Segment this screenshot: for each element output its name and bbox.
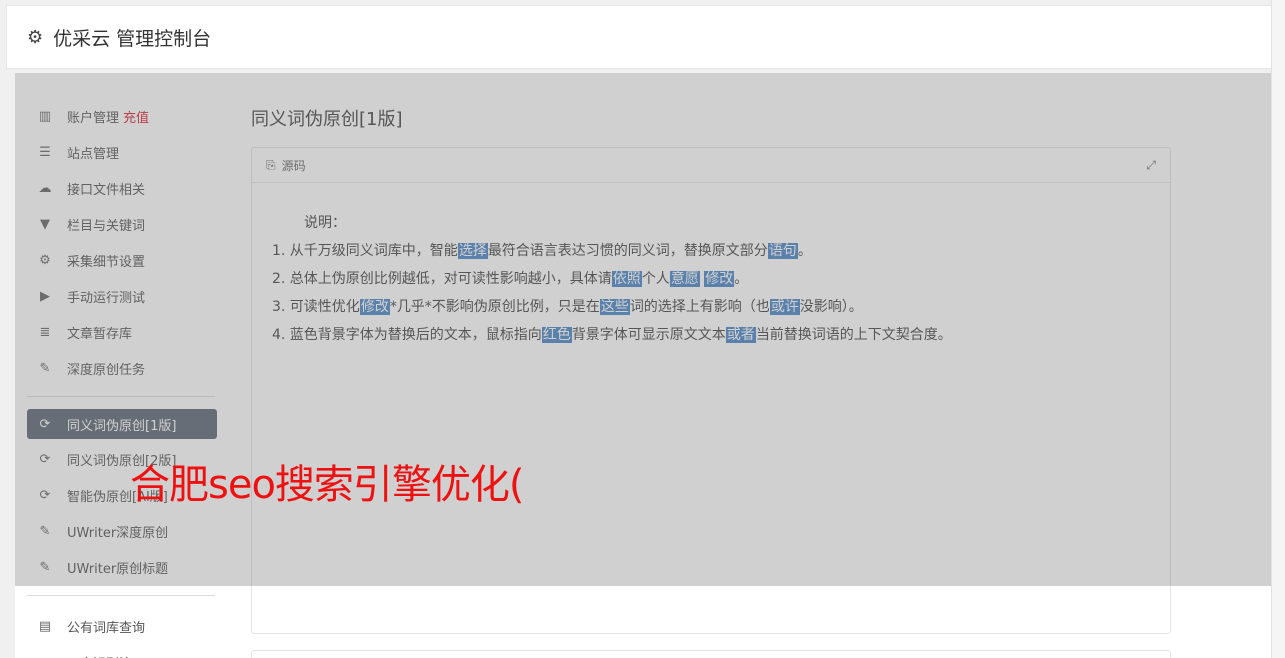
refresh-icon: ⟳ <box>39 451 51 467</box>
filter-icon: ▼ <box>40 216 50 232</box>
sidebar-item[interactable]: ▼ 栏目与关键词 <box>27 206 217 242</box>
instruction-line: 1. 从千万级同义词库中，智能选择最符合语言表达习惯的同义词，替换原文部分语句。 <box>272 237 1150 265</box>
sidebar-item[interactable]: ✎ UWriter深度原创 <box>27 513 217 549</box>
page-title: 同义词伪原创[1版] <box>251 109 403 130</box>
sidebar-item[interactable]: ☰ 站点管理 <box>27 134 217 170</box>
text-segment: 词的选择上有影响（也 <box>629 299 770 315</box>
source-button[interactable]: 源码 <box>282 157 306 174</box>
sidebar-item-label: 手动运行测试 <box>67 290 146 306</box>
sidebar-item-label: 站点管理 <box>67 146 120 162</box>
recharge-link[interactable]: 充值 <box>123 107 149 126</box>
sidebar-item-label: UWriter深度原创 <box>67 525 169 541</box>
text-segment: 。 <box>734 271 749 287</box>
refresh-icon: ⟳ <box>39 487 51 503</box>
sidebar-item[interactable]: ▭ 正文识别演示 <box>27 644 217 658</box>
book-icon: ▤ <box>38 618 52 634</box>
sidebar-item[interactable]: ⟳ 同义词伪原创[1版] <box>27 409 217 439</box>
sidebar-item-label: 文章暂存库 <box>67 326 133 342</box>
sidebar-item[interactable]: ⚙ 采集细节设置 <box>27 242 217 278</box>
instruction-line: 4. 蓝色背景字体为替换后的文本，鼠标指向红色背景字体可显示原文文本或者当前替换… <box>272 321 1150 349</box>
sidebar-item[interactable]: ✎ 深度原创任务 <box>27 350 217 386</box>
sidebar-item-label: 公有词库查询 <box>67 620 146 636</box>
main-content: 同义词伪原创[1版] ⎘ 源码 ⤢ 说明： 1. 从千万级同义词库中，智能选择最… <box>251 105 1171 658</box>
server-icon: ☰ <box>39 144 51 160</box>
sidebar-item[interactable]: ▥ 账户管理 充值 <box>27 98 217 134</box>
sidebar-item-label: 账户管理 <box>67 110 120 126</box>
sidebar-item[interactable]: ▶ 手动运行测试 <box>27 278 217 314</box>
replaced-word[interactable]: 或许 <box>769 299 800 315</box>
instruction-line: 3. 可读性优化修改*几乎*不影响伪原创比例，只是在这些词的选择上有影响（也或许… <box>272 293 1150 321</box>
sidebar-item-label: 正文识别演示 <box>67 653 145 658</box>
comment-icon: ▭ <box>37 655 53 658</box>
gears-icon: ⚙ <box>39 252 51 268</box>
sidebar-divider <box>27 595 215 596</box>
refresh-icon: ⟳ <box>39 416 51 432</box>
sidebar-item-label: 栏目与关键词 <box>67 218 146 234</box>
text-segment: 当前替换词语的上下文契合度。 <box>755 327 952 343</box>
edit-icon: ✎ <box>39 523 51 539</box>
text-segment: 4. 蓝色背景字体为替换后的文本，鼠标指向 <box>272 327 542 343</box>
sidebar-item[interactable]: ✎ UWriter原创标题 <box>27 549 217 585</box>
instruction-line: 2. 总体上伪原创比例越低，对可读性影响越小，具体请依照个人意愿 修改。 <box>272 265 1150 293</box>
replaced-word[interactable]: 语句 <box>767 243 798 259</box>
top-header: ⚙ 优采云 管理控制台 <box>6 5 1274 69</box>
text-segment: *几乎*不影响伪原创比例，只是在 <box>389 299 600 315</box>
sidebar-item[interactable]: ▤ 公有词库查询 <box>27 608 217 644</box>
panel-header: ⎘ 源码 ⤢ <box>252 148 1170 183</box>
sidebar-item-label: 采集细节设置 <box>67 254 146 270</box>
fullscreen-icon[interactable]: ⤢ <box>1146 158 1156 173</box>
text-segment: 2. 总体上伪原创比例越低，对可读性影响越小，具体请 <box>272 271 612 287</box>
replaced-word[interactable]: 修改 <box>704 271 735 287</box>
replaced-word[interactable]: 这些 <box>599 299 630 315</box>
text-segment: 3. 可读性优化 <box>272 299 360 315</box>
play-circle-icon: ▶ <box>40 288 50 304</box>
sidebar-item-label: 深度原创任务 <box>67 362 146 378</box>
sidebar-item[interactable]: ☁ 接口文件相关 <box>27 170 217 206</box>
text-segment: 个人 <box>641 271 670 287</box>
app-shell: ▥ 账户管理 充值 ☰ 站点管理 ☁ 接口文件相关 ▼ 栏目与关键词 ⚙ 采集细节设置 ▶ 手动运行测试… <box>15 73 1271 658</box>
replaced-word[interactable]: 意愿 <box>669 271 700 287</box>
sidebar-item-label: 接口文件相关 <box>67 182 146 198</box>
text-segment: 背景字体可显示原文文本 <box>571 327 726 343</box>
edit-icon: ✎ <box>39 559 51 575</box>
output-panel[interactable] <box>251 650 1171 658</box>
app-title: 优采云 管理控制台 <box>53 27 212 50</box>
cloud-upload-icon: ☁ <box>38 180 52 196</box>
text-segment: 1. 从千万级同义词库中，智能 <box>272 243 458 259</box>
intro-label: 说明： <box>304 215 346 231</box>
edit-icon: ✎ <box>39 360 51 376</box>
text-segment: 最符合语言表达习惯的同义词，替换原文部分 <box>487 243 768 259</box>
sidebar-item[interactable]: ≣ 文章暂存库 <box>27 314 217 350</box>
replaced-word[interactable]: 或者 <box>725 327 756 343</box>
replaced-word[interactable]: 依照 <box>611 271 642 287</box>
gear-icon[interactable]: ⚙ <box>27 27 43 48</box>
text-segment: 。 <box>797 243 812 259</box>
replaced-word[interactable]: 红色 <box>541 327 572 343</box>
database-icon: ≣ <box>39 324 51 340</box>
replaced-word[interactable]: 选择 <box>457 243 488 259</box>
sidebar-item-label: UWriter原创标题 <box>67 561 169 577</box>
editor-panel: ⎘ 源码 ⤢ 说明： 1. 从千万级同义词库中，智能选择最符合语言表达习惯的同义… <box>251 147 1171 634</box>
code-icon[interactable]: ⎘ <box>266 158 276 173</box>
sidebar: ▥ 账户管理 充值 ☰ 站点管理 ☁ 接口文件相关 ▼ 栏目与关键词 ⚙ 采集细节设置 ▶ 手动运行测试… <box>27 98 217 658</box>
bar-chart-icon: ▥ <box>38 108 52 124</box>
replaced-word[interactable]: 修改 <box>359 299 390 315</box>
text-segment: 没影响）。 <box>799 299 863 315</box>
sidebar-divider <box>27 396 215 397</box>
editor-body[interactable]: 说明： 1. 从千万级同义词库中，智能选择最符合语言表达习惯的同义词，替换原文部… <box>252 183 1170 375</box>
page-scrollbar[interactable] <box>1271 0 1285 658</box>
watermark-text: 合肥seo搜索引擎优化( <box>130 462 525 508</box>
sidebar-item-label: 同义词伪原创[1版] <box>67 418 177 434</box>
